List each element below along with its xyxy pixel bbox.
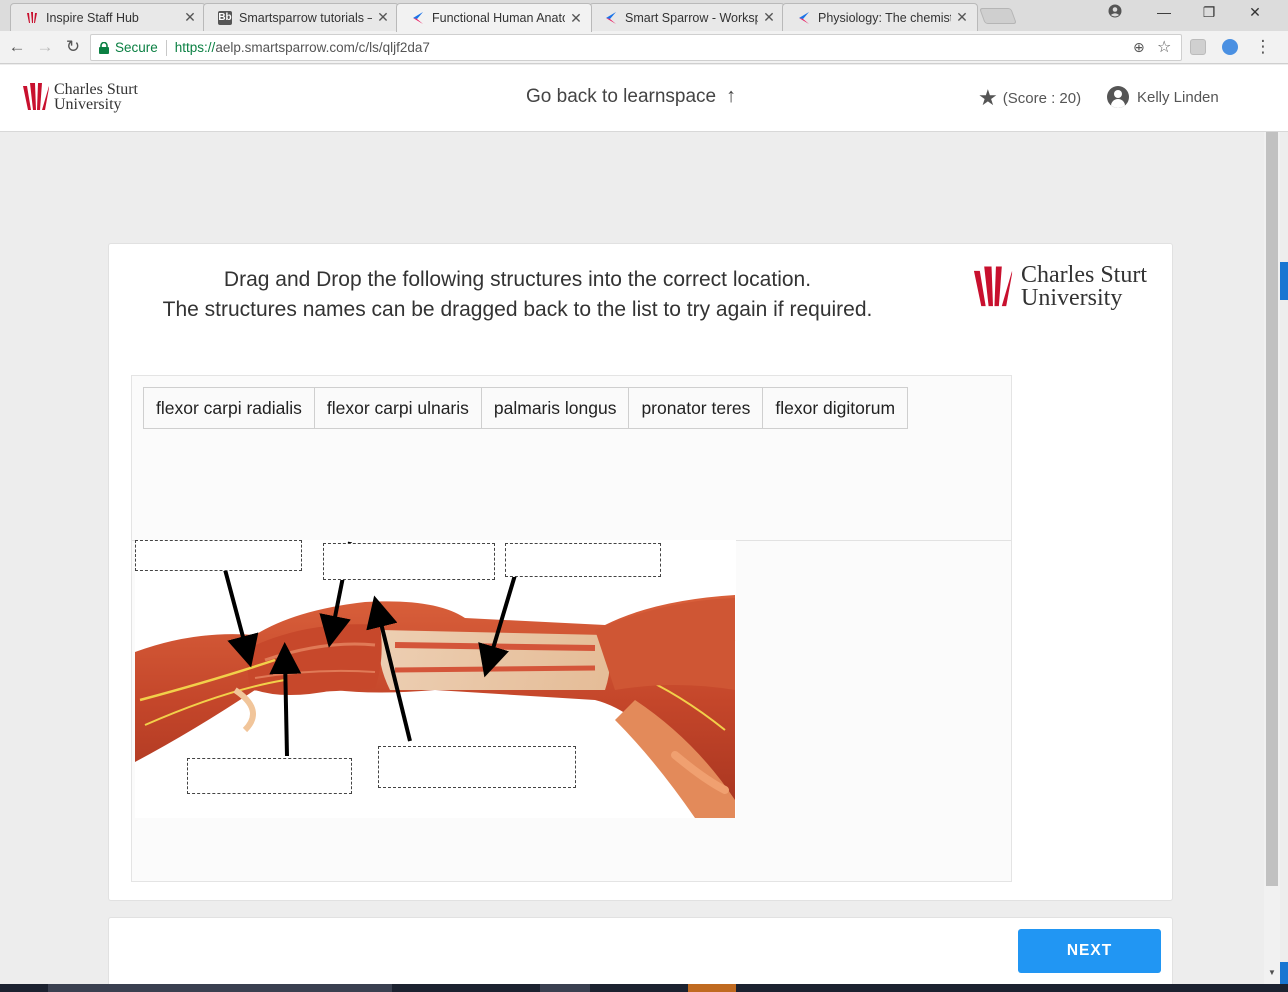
user-name: Kelly Linden [1137, 88, 1219, 106]
logo-line-2: University [1021, 284, 1123, 311]
taskbar-item[interactable] [48, 984, 392, 992]
csu-logo-large: Charles Sturt University [971, 262, 1147, 311]
restore-icon[interactable]: ❐ [1194, 4, 1224, 21]
close-icon[interactable]: ✕ [376, 9, 390, 26]
star-icon: ★ [978, 85, 998, 110]
secure-label: Secure [115, 40, 158, 55]
arrow-to-structure-1 [221, 561, 259, 668]
extension-icon[interactable] [1190, 39, 1206, 55]
tab-title: Inspire Staff Hub [46, 10, 139, 25]
url-path: aelp.smartsparrow.com/c/ls/qljf2da7 [215, 40, 430, 55]
arrow-to-structure-4 [269, 642, 302, 757]
tulip-logo-icon [25, 11, 39, 25]
drag-drop-activity: flexor carpi radialis flexor carpi ulnar… [131, 375, 1012, 882]
draggable-label-palmaris-longus[interactable]: palmaris longus [480, 387, 630, 429]
avatar-icon [1107, 86, 1129, 108]
browser-tab-smartsparrow-tutorials[interactable]: Bb Smartsparrow tutorials – ✕ [203, 3, 399, 31]
drop-zone-1[interactable] [135, 540, 302, 571]
site-header: Charles Sturt University Go back to lear… [0, 65, 1288, 132]
arrow-to-structure-5 [366, 595, 412, 742]
browser-tabstrip: Inspire Staff Hub ✕ Bb Smartsparrow tuto… [0, 0, 1288, 32]
user-menu[interactable]: Kelly Linden [1107, 86, 1219, 108]
logo-line-1: Charles Sturt [54, 81, 138, 98]
tab-title: Smartsparrow tutorials – [239, 10, 372, 25]
side-tab-marker [1280, 262, 1288, 300]
smart-sparrow-icon [411, 11, 425, 25]
close-icon[interactable]: ✕ [569, 10, 583, 27]
logo-line-1: Charles Sturt [1021, 262, 1147, 288]
forward-arrow-icon[interactable]: → [34, 37, 56, 57]
lesson-card: Drag and Drop the following structures i… [108, 243, 1173, 901]
drop-zone-4[interactable] [187, 758, 352, 794]
browser-tab-functional-human-anatomy[interactable]: Functional Human Anato ✕ [396, 3, 592, 32]
reload-icon[interactable]: ↻ [62, 37, 84, 57]
scroll-down-arrow-icon[interactable]: ▼ [1264, 968, 1280, 977]
browser-toolbar: ← → ↻ Secure https:// aelp.smartsparrow.… [0, 31, 1288, 64]
profile-icon[interactable] [1100, 4, 1130, 21]
omnibox-divider [165, 39, 167, 56]
tab-title: Physiology: The chemistr [818, 10, 951, 25]
close-icon[interactable]: ✕ [762, 9, 776, 26]
arrow-up-icon: ↑ [726, 85, 737, 107]
browser-tab-smart-sparrow-workspace[interactable]: Smart Sparrow - Worksp ✕ [589, 3, 785, 31]
browser-menu-icon[interactable]: ⋮ [1252, 37, 1274, 57]
taskbar-item[interactable] [688, 984, 736, 992]
logo-wordmark: Charles Sturt University [1021, 262, 1147, 311]
instruction-line-1: Drag and Drop the following structures i… [223, 268, 812, 291]
scrollbar-thumb[interactable] [1266, 132, 1278, 886]
browser-tab-inspire[interactable]: Inspire Staff Hub ✕ [10, 3, 206, 31]
blackboard-icon: Bb [218, 10, 232, 25]
new-tab-button[interactable] [979, 8, 1017, 24]
url-scheme: https:// [174, 40, 216, 55]
side-tab-marker [1280, 962, 1288, 984]
browser-tab-physiology[interactable]: Physiology: The chemistr ✕ [782, 3, 978, 31]
instructions: Drag and Drop the following structures i… [109, 265, 926, 325]
bookmark-star-icon[interactable]: ☆ [1157, 37, 1171, 57]
lock-icon [99, 41, 109, 54]
cloud-extension-icon[interactable] [1222, 39, 1238, 55]
window-close-icon[interactable]: ✕ [1240, 4, 1270, 21]
zoom-icon[interactable]: ⊕ [1133, 39, 1145, 56]
close-icon[interactable]: ✕ [955, 9, 969, 26]
logo-wordmark: Charles Sturt University [54, 81, 138, 114]
address-bar[interactable]: Secure https:// aelp.smartsparrow.com/c/… [90, 34, 1182, 61]
logo-line-2: University [54, 96, 122, 114]
draggable-label-flexor-carpi-ulnaris[interactable]: flexor carpi ulnaris [313, 387, 482, 429]
smart-sparrow-icon [797, 11, 811, 25]
tab-title: Functional Human Anato [432, 11, 565, 25]
score-display: ★ (Score : 20) [978, 87, 1081, 109]
tab-title: Smart Sparrow - Worksp [625, 10, 758, 25]
smart-sparrow-icon [604, 11, 618, 25]
tulip-logo-icon [23, 83, 49, 111]
csu-logo[interactable]: Charles Sturt University [22, 81, 138, 114]
page-scrollbar[interactable]: ▼ [1264, 132, 1280, 984]
navigation-card: NEXT [108, 917, 1173, 992]
tulip-logo-icon [973, 266, 1013, 306]
draggable-label-flexor-digitorum[interactable]: flexor digitorum [762, 387, 909, 429]
drop-zone-2[interactable] [323, 543, 495, 580]
taskbar-item[interactable] [540, 984, 590, 992]
back-link-label: Go back to learnspace [526, 85, 717, 107]
word-bank: flexor carpi radialis flexor carpi ulnar… [143, 387, 909, 429]
close-icon[interactable]: ✕ [183, 9, 197, 26]
back-to-learnspace-link[interactable]: Go back to learnspace ↑ [526, 85, 736, 108]
draggable-label-flexor-carpi-radialis[interactable]: flexor carpi radialis [143, 387, 315, 429]
os-taskbar [0, 984, 1288, 992]
draggable-label-pronator-teres[interactable]: pronator teres [628, 387, 764, 429]
instruction-line-2: The structures names can be dragged back… [162, 298, 873, 321]
minimize-icon[interactable]: — [1149, 4, 1179, 20]
next-button[interactable]: NEXT [1018, 929, 1161, 973]
score-value: (Score : 20) [1002, 89, 1082, 107]
back-arrow-icon[interactable]: ← [6, 37, 28, 57]
drop-zone-3[interactable] [505, 543, 661, 577]
drop-zone-5[interactable] [378, 746, 576, 788]
